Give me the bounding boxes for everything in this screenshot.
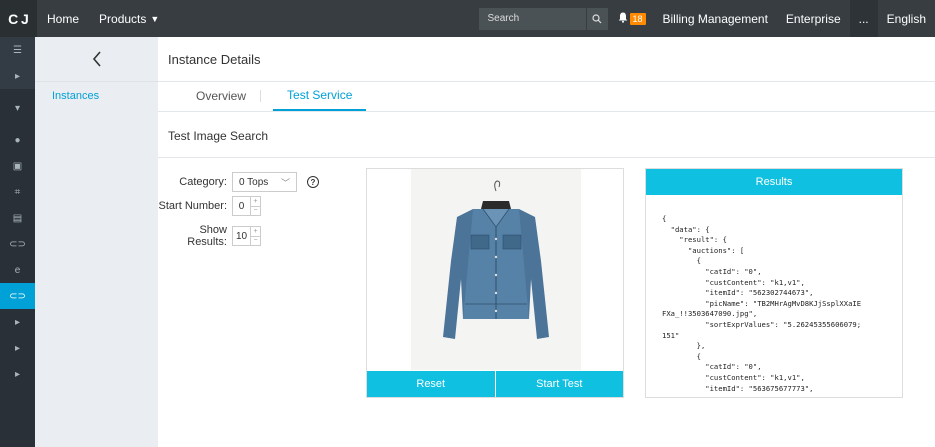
tab-divider <box>260 90 262 102</box>
section-title: Test Image Search <box>168 129 269 143</box>
products-menu[interactable]: Products ▼ <box>89 0 169 37</box>
show-results-row: Show Results: 10 + − <box>158 224 261 248</box>
divider <box>158 157 935 158</box>
jacket-image[interactable] <box>411 169 581 370</box>
sidebar-item-instances[interactable]: Instances <box>35 82 158 110</box>
start-number-stepper[interactable]: 0 + − <box>232 196 261 216</box>
left-sidebar: ☰ ▸ ▾ ● ▣ ⌗ ▤ ⊂⊃ e ⊂⊃ ▸ ▸ ▸ <box>0 37 35 447</box>
chevron-down-icon: ﹀ <box>280 177 290 188</box>
increment-icon[interactable]: + <box>251 227 260 237</box>
expand-arrow-icon[interactable]: ▸ <box>0 63 35 89</box>
database-icon[interactable]: ▤ <box>0 205 35 231</box>
expand-arrow-icon[interactable]: ▸ <box>0 335 35 361</box>
start-number-label: Start Number: <box>158 200 227 212</box>
secondary-sidebar: Instances <box>35 37 158 447</box>
search-input[interactable]: Search <box>478 7 586 30</box>
notification-button[interactable]: 18 <box>618 12 646 26</box>
image-search-icon[interactable]: ⊂⊃ <box>0 283 35 309</box>
decrement-icon[interactable]: − <box>251 237 260 246</box>
top-right-bar: Search 18 Billing Management Enterprise … <box>478 0 935 37</box>
decrement-icon[interactable]: − <box>251 207 260 216</box>
dot-icon[interactable]: ● <box>0 127 35 153</box>
search-icon[interactable] <box>585 7 608 30</box>
category-label: Category: <box>179 176 227 188</box>
top-nav: Home Products ▼ <box>37 0 169 37</box>
stepper-buttons: + − <box>250 197 260 215</box>
category-value: 0 Tops <box>239 176 269 188</box>
tab-test-service[interactable]: Test Service <box>273 81 367 111</box>
tab-bar: Overview Test Service <box>158 82 935 112</box>
home-link[interactable]: Home <box>37 0 89 37</box>
menu-icon[interactable]: ☰ <box>0 37 35 63</box>
results-panel: Results { "data": { "result": { "auction… <box>645 168 903 398</box>
category-select[interactable]: 0 Tops ﹀ <box>232 172 297 192</box>
stepper-buttons: + − <box>250 227 260 245</box>
console-logo-icon[interactable]: C J <box>0 0 37 37</box>
show-results-label: Show Results: <box>187 224 227 248</box>
back-button[interactable] <box>35 37 158 82</box>
expand-arrow-icon[interactable]: ▸ <box>0 309 35 335</box>
bell-icon <box>618 12 628 26</box>
tab-overview[interactable]: Overview <box>182 81 260 111</box>
e-icon[interactable]: e <box>0 257 35 283</box>
show-results-value: 10 <box>235 230 248 242</box>
reset-button[interactable]: Reset <box>367 371 495 397</box>
action-buttons: Reset Start Test <box>367 371 623 397</box>
results-title: Results <box>646 169 902 195</box>
show-results-stepper[interactable]: 10 + − <box>232 226 261 246</box>
billing-link[interactable]: Billing Management <box>654 0 777 37</box>
category-row: Category: 0 Tops ﹀ ? <box>158 172 319 192</box>
enterprise-link[interactable]: Enterprise <box>777 0 850 37</box>
chart-icon[interactable]: ⌗ <box>0 179 35 205</box>
collapse-arrow-icon[interactable]: ▾ <box>0 95 35 121</box>
language-selector[interactable]: English <box>878 0 935 37</box>
notification-badge: 18 <box>629 12 646 25</box>
main-content: Instance Details Overview Test Service T… <box>158 37 935 447</box>
help-icon[interactable]: ? <box>307 176 319 188</box>
image-panel: Reset Start Test <box>366 168 624 398</box>
cloud-icon[interactable]: ⊂⊃ <box>0 231 35 257</box>
ecs-icon[interactable]: ▣ <box>0 153 35 179</box>
page-title: Instance Details <box>158 37 935 82</box>
increment-icon[interactable]: + <box>251 197 260 207</box>
results-json: { "data": { "result": { "auctions": [ { … <box>662 214 862 393</box>
chevron-left-icon <box>92 51 101 67</box>
top-bar: C J Home Products ▼ Search 18 Billing Ma… <box>0 0 935 37</box>
more-menu[interactable]: ... <box>849 0 878 37</box>
products-label: Products <box>99 11 147 26</box>
start-test-button[interactable]: Start Test <box>494 371 623 397</box>
caret-down-icon: ▼ <box>150 13 160 24</box>
start-number-row: Start Number: 0 + − <box>158 196 261 216</box>
expand-arrow-icon[interactable]: ▸ <box>0 361 35 387</box>
start-number-value: 0 <box>238 200 245 212</box>
